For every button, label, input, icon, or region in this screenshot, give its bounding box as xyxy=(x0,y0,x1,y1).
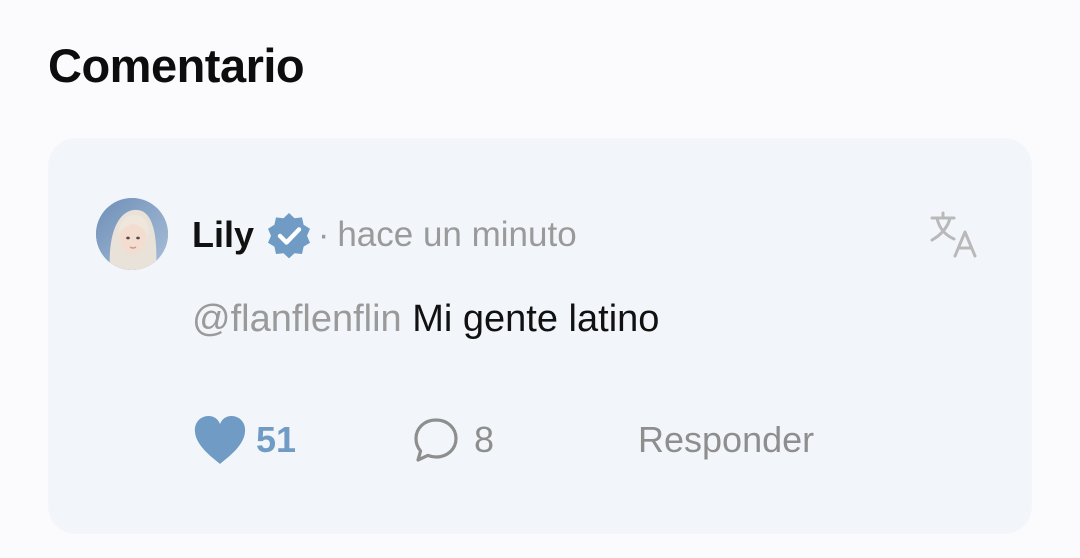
translate-icon[interactable] xyxy=(928,208,980,260)
avatar[interactable] xyxy=(96,198,168,270)
verified-badge-icon xyxy=(264,210,314,260)
like-count: 51 xyxy=(256,419,297,460)
reply-count: 8 xyxy=(474,419,495,460)
comment-actions: 51 8 Responder xyxy=(192,414,814,466)
comment-button[interactable]: 8 xyxy=(412,416,638,464)
comment-screen: Comentario Lily · hace un minuto @flanfl… xyxy=(0,0,1080,558)
heart-icon xyxy=(192,414,248,466)
comment-body: @flanflenflin Mi gente latino xyxy=(192,298,659,341)
timestamp: hace un minuto xyxy=(337,215,577,254)
author-name[interactable]: Lily xyxy=(192,214,254,256)
like-button[interactable]: 51 xyxy=(192,414,412,466)
page-title: Comentario xyxy=(48,39,305,92)
time-separator: · xyxy=(318,215,330,254)
reply-label: Responder xyxy=(638,419,815,460)
reply-button[interactable]: Responder xyxy=(638,419,814,461)
mention-link[interactable]: @flanflenflin xyxy=(192,298,402,340)
comment-text: Mi gente latino xyxy=(412,298,660,340)
comment-bubble-icon xyxy=(412,416,460,464)
comment-header: Lily · hace un minuto xyxy=(192,210,577,260)
comment-card: Lily · hace un minuto @flanflenflin Mi g… xyxy=(48,138,1032,534)
